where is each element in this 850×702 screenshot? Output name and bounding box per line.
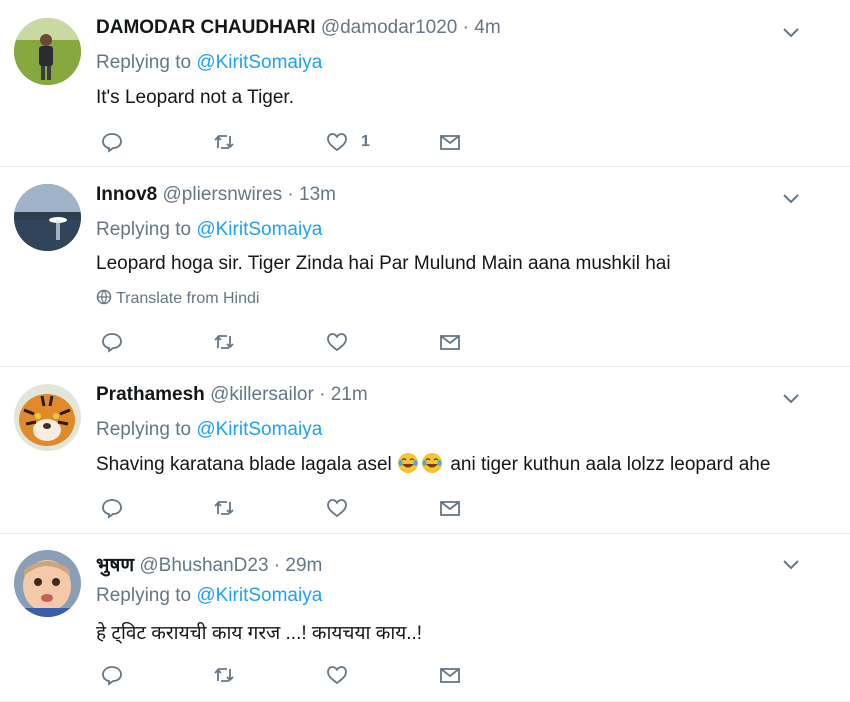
reply-icon	[102, 133, 122, 153]
display-name[interactable]: भुषण	[96, 555, 134, 576]
tweet-actions	[96, 494, 516, 522]
replying-label: Replying to	[96, 219, 192, 240]
timestamp[interactable]: 13m	[299, 184, 336, 205]
mention-link[interactable]: @KiritSomaiya	[196, 219, 322, 240]
tweet-header: भुषण @BhushanD23 · 29m	[96, 551, 790, 576]
display-name[interactable]: Innov8	[96, 184, 157, 205]
translate-label: Translate from Hindi	[116, 290, 260, 307]
tweet-actions	[96, 661, 516, 689]
avatar[interactable]	[14, 184, 81, 251]
tears-of-joy-emoji-icon	[422, 453, 443, 473]
retweet-icon	[214, 135, 234, 149]
dm-button[interactable]	[438, 328, 462, 356]
reply-button[interactable]	[100, 328, 124, 356]
mention-link[interactable]: @KiritSomaiya	[196, 52, 322, 73]
like-count: 1	[361, 133, 370, 150]
separator: ·	[462, 17, 469, 38]
tweet-text-part: ani tiger kuthun aala lolzz leopard ahe	[450, 454, 771, 475]
tweet-header: DAMODAR CHAUDHARI @damodar1020 · 4m	[96, 17, 790, 41]
replying-to: Replying to @KiritSomaiya	[96, 219, 322, 241]
username[interactable]: @killersailor	[210, 384, 314, 405]
retweet-icon	[214, 335, 234, 349]
chevron-down-icon[interactable]	[780, 553, 802, 575]
username[interactable]: @pliersnwires	[163, 184, 283, 205]
avatar[interactable]	[14, 384, 81, 451]
separator: ·	[319, 384, 326, 405]
reply-button[interactable]	[100, 494, 124, 522]
timestamp[interactable]: 21m	[331, 384, 368, 405]
avatar[interactable]	[14, 18, 81, 85]
tweet-header: Innov8 @pliersnwires · 13m	[96, 184, 790, 208]
like-icon	[327, 133, 347, 152]
reply-icon	[102, 333, 122, 353]
like-icon	[327, 499, 347, 518]
retweet-button[interactable]	[212, 494, 236, 522]
like-icon	[327, 666, 347, 685]
retweet-icon	[214, 501, 234, 515]
tweet[interactable]: Prathamesh @killersailor · 21m Replying …	[0, 367, 850, 534]
separator: ·	[287, 184, 294, 205]
tweet-actions	[96, 328, 516, 356]
like-button[interactable]	[325, 494, 349, 522]
mention-link[interactable]: @KiritSomaiya	[196, 419, 322, 440]
dm-button[interactable]	[438, 128, 462, 156]
replies-timeline: DAMODAR CHAUDHARI @damodar1020 · 4m Repl…	[0, 0, 850, 702]
dm-icon	[440, 501, 460, 516]
mention-link[interactable]: @KiritSomaiya	[196, 585, 322, 606]
retweet-button[interactable]	[212, 128, 236, 156]
retweet-icon	[214, 668, 234, 682]
timestamp[interactable]: 4m	[474, 17, 500, 38]
dm-icon	[440, 668, 460, 683]
tweet-text-part: Shaving karatana blade lagala asel	[96, 454, 392, 475]
tweet-text: It's Leopard not a Tiger.	[96, 87, 294, 108]
tears-of-joy-emoji-icon	[398, 453, 419, 473]
replying-label: Replying to	[96, 585, 192, 606]
replying-to: Replying to @KiritSomaiya	[96, 419, 322, 441]
username[interactable]: @damodar1020	[321, 17, 458, 38]
globe-icon	[96, 289, 112, 305]
dm-button[interactable]	[438, 494, 462, 522]
chevron-down-icon[interactable]	[780, 187, 802, 209]
tweet-text: हे ट्विट करायची काय गरज ...! कायचया काय.…	[96, 623, 423, 644]
retweet-button[interactable]	[212, 661, 236, 689]
dm-button[interactable]	[438, 661, 462, 689]
username[interactable]: @BhushanD23	[139, 555, 268, 576]
like-button[interactable]	[325, 661, 349, 689]
reply-button[interactable]	[100, 661, 124, 689]
reply-icon	[102, 666, 122, 686]
chevron-down-icon[interactable]	[780, 21, 802, 43]
replying-to: Replying to @KiritSomaiya	[96, 52, 322, 74]
tweet-actions: 1	[96, 128, 516, 156]
replying-label: Replying to	[96, 419, 192, 440]
like-button[interactable]	[325, 328, 349, 356]
tweet[interactable]: Innov8 @pliersnwires · 13m Replying to @…	[0, 167, 850, 367]
replying-label: Replying to	[96, 52, 192, 73]
chevron-down-icon[interactable]	[780, 387, 802, 409]
tweet-text: Leopard hoga sir. Tiger Zinda hai Par Mu…	[96, 253, 671, 274]
separator: ·	[273, 555, 281, 576]
reply-icon	[102, 499, 122, 519]
display-name[interactable]: Prathamesh	[96, 384, 205, 405]
reply-button[interactable]	[100, 128, 124, 156]
dm-icon	[440, 135, 460, 150]
like-icon	[327, 333, 347, 352]
timestamp[interactable]: 29m	[285, 555, 322, 576]
dm-icon	[440, 335, 460, 350]
like-button[interactable]: 1	[325, 128, 370, 156]
tweet[interactable]: DAMODAR CHAUDHARI @damodar1020 · 4m Repl…	[0, 0, 850, 167]
avatar[interactable]	[14, 550, 81, 617]
display-name[interactable]: DAMODAR CHAUDHARI	[96, 17, 316, 38]
translate-link[interactable]: Translate from Hindi	[96, 289, 259, 308]
tweet[interactable]: भुषण @BhushanD23 · 29m Replying to @Kiri…	[0, 534, 850, 702]
tweet-header: Prathamesh @killersailor · 21m	[96, 384, 790, 408]
tweet-text: Shaving karatana blade lagala asel ani t…	[96, 452, 830, 476]
retweet-button[interactable]	[212, 328, 236, 356]
replying-to: Replying to @KiritSomaiya	[96, 585, 322, 607]
